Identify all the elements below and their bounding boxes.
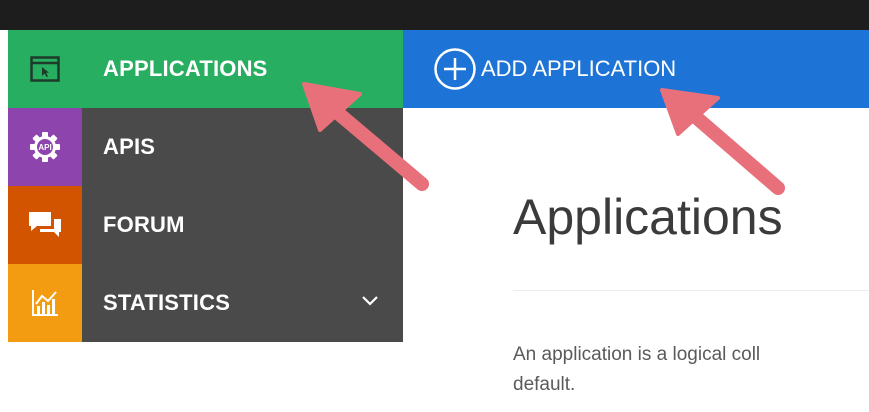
- sidebar-item-forum[interactable]: FORUM: [8, 186, 403, 264]
- add-application-label: ADD APPLICATION: [481, 56, 677, 81]
- page-title: Applications: [513, 189, 783, 245]
- sidebar-item-apis[interactable]: API APIS: [8, 108, 403, 186]
- description-line: An application is a logical coll: [513, 344, 761, 365]
- window-icon: [30, 56, 60, 82]
- svg-text:API: API: [38, 143, 51, 152]
- api-gear-icon: API: [30, 132, 60, 162]
- sidebar-item-label: APIS: [103, 134, 156, 159]
- bar-chart-icon: [32, 290, 58, 316]
- forum-tile: [8, 186, 82, 264]
- add-application-button[interactable]: ADD APPLICATION: [433, 47, 676, 91]
- sidebar: APPLICATIONS API APIS FORUM STATISTICS: [8, 30, 403, 342]
- sidebar-item-applications[interactable]: APPLICATIONS: [8, 30, 403, 108]
- applications-tile: [8, 30, 82, 108]
- chat-icon: [29, 212, 61, 237]
- divider: [513, 290, 869, 291]
- description-line: default.: [513, 374, 576, 395]
- sidebar-item-statistics[interactable]: STATISTICS: [8, 264, 403, 342]
- chevron-down-icon[interactable]: [361, 294, 379, 306]
- top-bar: [0, 0, 869, 30]
- statistics-tile: [8, 264, 82, 342]
- plus-circle-icon: [434, 48, 476, 90]
- sidebar-item-label: STATISTICS: [103, 290, 231, 315]
- apis-tile: API: [8, 108, 82, 186]
- page-description: An application is a logical coll default…: [513, 340, 869, 400]
- sidebar-item-label: APPLICATIONS: [103, 56, 268, 81]
- sidebar-item-label: FORUM: [103, 212, 185, 237]
- page-header: ADD APPLICATION: [403, 30, 869, 108]
